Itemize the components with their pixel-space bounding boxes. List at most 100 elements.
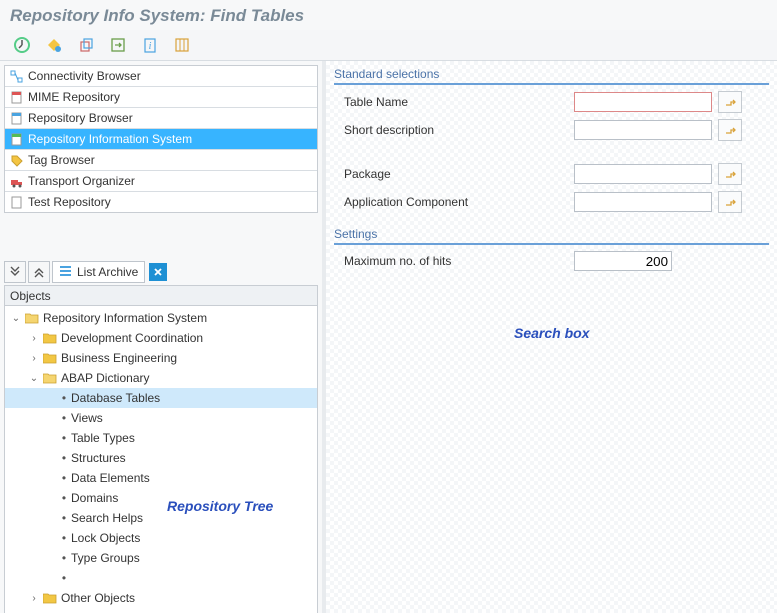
tree-label: Table Types [71, 431, 135, 445]
field-input[interactable] [574, 192, 712, 212]
tag-icon [9, 153, 23, 167]
bullet-icon: • [61, 551, 67, 565]
tree-label: Database Tables [71, 391, 160, 405]
multi-select-button[interactable] [718, 119, 742, 141]
execute-button[interactable] [6, 32, 38, 58]
tree-node[interactable]: • Data Elements [5, 468, 317, 488]
hits-label: Maximum no. of hits [334, 254, 574, 268]
tree-node[interactable]: • Type Groups [5, 548, 317, 568]
multi-select-button[interactable] [718, 191, 742, 213]
field-input[interactable] [574, 92, 712, 112]
nav-item[interactable]: MIME Repository [5, 87, 317, 108]
settings-group: Settings Maximum no. of hits [334, 227, 769, 271]
tree-node[interactable]: ⌄ Repository Information System [5, 308, 317, 328]
multi-select-button[interactable] [718, 91, 742, 113]
bullet-icon: • [61, 471, 67, 485]
tree-node[interactable]: • Views [5, 408, 317, 428]
folder-icon [25, 313, 39, 324]
folder-icon [43, 373, 57, 384]
group-label: Settings [334, 227, 769, 245]
tree-node[interactable]: • Table Types [5, 428, 317, 448]
tree-label: Other Objects [61, 591, 135, 605]
columns-button[interactable] [166, 32, 198, 58]
multi-select-button[interactable] [718, 163, 742, 185]
chevron-right-icon[interactable]: › [29, 353, 39, 364]
tree-label: Views [71, 411, 103, 425]
nav-label: Transport Organizer [28, 174, 135, 188]
tree-node[interactable]: ›Fields [5, 608, 317, 613]
info-button[interactable]: i [134, 32, 166, 58]
tree-label: Data Elements [71, 471, 150, 485]
expand-all-button[interactable] [28, 261, 50, 283]
tree-label: Search Helps [71, 511, 143, 525]
nav-label: Repository Information System [28, 132, 192, 146]
field-label: Package [334, 167, 574, 181]
annotation-tree: Repository Tree [167, 498, 273, 514]
tree-label: Development Coordination [61, 331, 203, 345]
list-archive-button[interactable]: List Archive [52, 261, 145, 283]
bullet-icon: • [61, 431, 67, 445]
svg-text:i: i [149, 41, 152, 52]
diamond-button[interactable] [38, 32, 70, 58]
truck-icon [9, 174, 23, 188]
nav-item[interactable]: Repository Information System [5, 129, 317, 150]
nav-label: Test Repository [28, 195, 111, 209]
tree-label: Lock Objects [71, 531, 140, 545]
repository-tree: Repository Tree ⌄ Repository Information … [4, 306, 318, 613]
bullet-icon: • [61, 571, 67, 585]
nav-label: MIME Repository [28, 90, 120, 104]
doc-plain-icon [9, 195, 23, 209]
collapse-all-button[interactable] [4, 261, 26, 283]
nav-label: Connectivity Browser [28, 69, 141, 83]
folder-icon [43, 353, 57, 364]
tree-node[interactable]: › Business Engineering [5, 348, 317, 368]
chevron-right-icon[interactable]: › [29, 333, 39, 344]
field-input[interactable] [574, 120, 712, 140]
bullet-icon: • [61, 491, 67, 505]
nav-item[interactable]: Tag Browser [5, 150, 317, 171]
tree-node[interactable]: ⌄ABAP Dictionary [5, 368, 317, 388]
search-panel: Standard selections Table Name Short desc… [326, 61, 777, 613]
left-panel: Connectivity Browser MIME Repository Repos… [0, 61, 326, 613]
objects-header: Objects [4, 285, 318, 306]
folder-icon [43, 333, 57, 344]
chevron-down-icon[interactable]: ⌄ [29, 373, 39, 384]
tree-label: Repository Information System [43, 311, 207, 325]
tree-node[interactable]: › Development Coordination [5, 328, 317, 348]
nav-label: Repository Browser [28, 111, 133, 125]
diagram-icon [9, 69, 23, 83]
field-label: Short description [334, 123, 574, 137]
close-button[interactable] [149, 263, 167, 281]
copy-button[interactable] [70, 32, 102, 58]
bullet-icon: • [61, 451, 67, 465]
tree-label: Domains [71, 491, 118, 505]
tree-node[interactable]: › Other Objects [5, 588, 317, 608]
nav-item[interactable]: Test Repository [5, 192, 317, 212]
field-input[interactable] [574, 164, 712, 184]
tree-node[interactable]: •Database Tables [5, 388, 317, 408]
box-arrow-button[interactable] [102, 32, 134, 58]
bullet-icon: • [61, 511, 67, 525]
tree-node[interactable]: •Lock Objects [5, 528, 317, 548]
list-icon [59, 264, 72, 280]
annotation-search: Search box [514, 325, 777, 341]
nav-item[interactable]: Repository Browser [5, 108, 317, 129]
tree-label: Business Engineering [61, 351, 177, 365]
group-label: Standard selections [334, 67, 769, 85]
chevron-down-icon[interactable]: ⌄ [11, 313, 21, 324]
tree-node[interactable]: • [5, 568, 317, 588]
nav-label: Tag Browser [28, 153, 95, 167]
field-label: Table Name [334, 95, 574, 109]
doc-blue-icon [9, 111, 23, 125]
lower-toolbar: List Archive [4, 261, 318, 283]
nav-item[interactable]: Transport Organizer [5, 171, 317, 192]
standard-selections-group: Standard selections Table Name Short desc… [334, 67, 769, 213]
tree-label: Type Groups [71, 551, 140, 565]
nav-item[interactable]: Connectivity Browser [5, 66, 317, 87]
tree-node[interactable]: •Structures [5, 448, 317, 468]
chevron-right-icon[interactable]: › [29, 593, 39, 604]
field-label: Application Component [334, 195, 574, 209]
hits-input[interactable] [574, 251, 672, 271]
bullet-icon: • [61, 411, 67, 425]
main-toolbar: i [0, 30, 777, 61]
